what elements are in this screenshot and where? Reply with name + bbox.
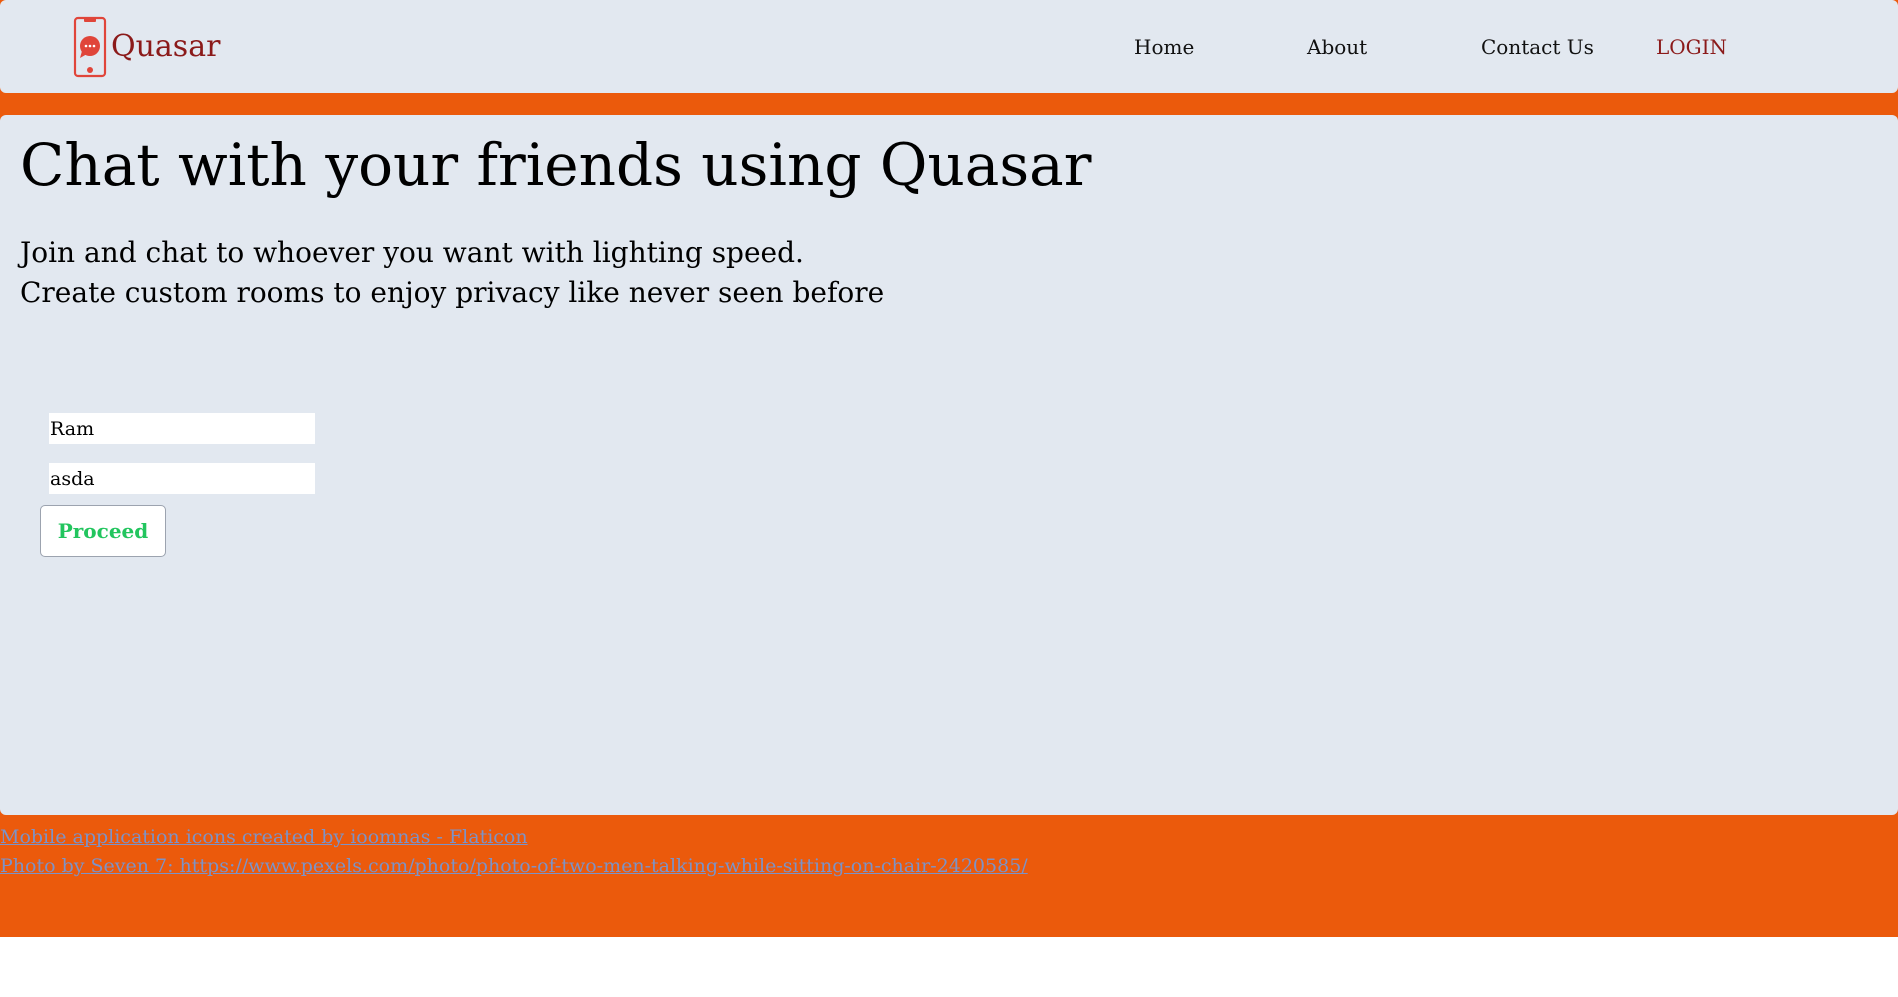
nav-login[interactable]: LOGIN (1656, 35, 1727, 59)
navbar: Quasar Home About Contact Us LOGIN (0, 0, 1898, 93)
hero-line-rooms: Create custom rooms to enjoy privacy lik… (20, 276, 885, 309)
page: Quasar Home About Contact Us LOGIN Chat … (0, 0, 1898, 997)
nav-about[interactable]: About (1307, 35, 1367, 59)
mobile-chat-icon (73, 16, 107, 78)
room-input[interactable] (49, 463, 315, 494)
main-panel: Chat with your friends using Quasar Join… (0, 115, 1898, 815)
nav-contact-us[interactable]: Contact Us (1481, 35, 1594, 59)
pexels-credit-link[interactable]: Photo by Seven 7: https://www.pexels.com… (0, 855, 1028, 877)
hero-line-join: Join and chat to whoever you want with l… (20, 236, 804, 269)
nav-home[interactable]: Home (1134, 35, 1194, 59)
hero-title: Chat with your friends using Quasar (20, 131, 1092, 199)
brand[interactable]: Quasar (73, 16, 220, 78)
name-input[interactable] (49, 413, 315, 444)
brand-name: Quasar (111, 29, 221, 64)
flaticon-credit-link[interactable]: Mobile application icons created by ioom… (0, 826, 528, 848)
proceed-button[interactable]: Proceed (40, 505, 166, 557)
